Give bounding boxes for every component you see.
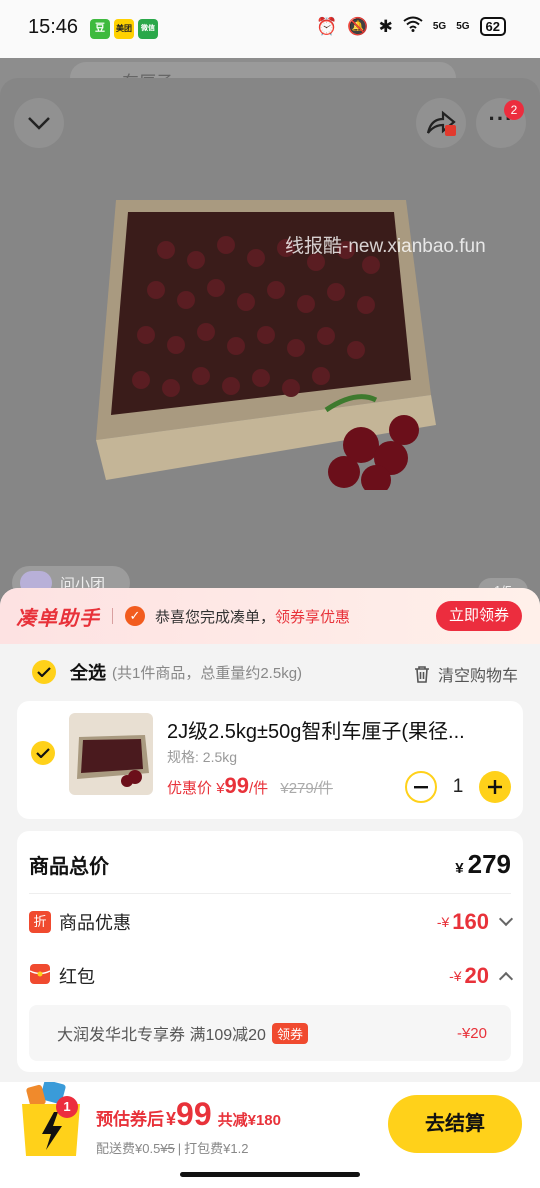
select-all-row: 全选 (共1件商品，总重量约2.5kg) 清空购物车 — [0, 644, 540, 700]
product-image-viewer: ··· 2 线报酷-new.xianbao.fun 问小团 1/5 — [0, 78, 540, 638]
chevron-down-icon — [498, 911, 514, 927]
cart-count-badge: 1 — [56, 1096, 78, 1118]
coupon-claim-tag[interactable]: 领券 — [271, 1022, 308, 1044]
douban-app-icon: 豆 — [90, 19, 110, 39]
home-indicator[interactable] — [180, 1172, 360, 1177]
promo-title: 凑单助手 — [16, 607, 100, 630]
battery-icon: 62 — [479, 17, 506, 36]
redpacket-row[interactable]: 红包 -¥ 20 — [29, 961, 514, 991]
status-time: 15:46 — [28, 16, 79, 38]
select-all-label: 全选 — [70, 663, 106, 683]
checkmark-icon — [36, 748, 50, 758]
select-all-checkbox[interactable] — [32, 660, 56, 684]
estimated-yen: ¥ — [166, 1109, 177, 1129]
watermark-text: 线报酷-new.xianbao.fun — [285, 236, 486, 257]
increase-quantity-button[interactable] — [479, 771, 511, 803]
packing-fee: 打包费¥1.2 — [184, 1141, 249, 1156]
discount-tag-icon: 折 — [29, 911, 51, 933]
chevron-up-icon — [498, 971, 514, 987]
plus-icon — [488, 780, 502, 794]
estimated-amount: 99 — [176, 1096, 212, 1132]
bluetooth-icon: ✱ — [378, 16, 393, 36]
discount-label: 商品优惠 — [59, 913, 131, 933]
total-label: 商品总价 — [29, 855, 109, 878]
delivery-fee-original: ¥5 — [160, 1141, 175, 1156]
discount-value: -¥ 160 — [436, 909, 514, 935]
promo-highlight: 领券享优惠 — [275, 608, 351, 626]
price-value: 99 — [224, 773, 250, 798]
minus-icon — [414, 785, 428, 788]
cart-bag-icon[interactable] — [20, 1082, 82, 1158]
coupon-amount: -¥20 — [456, 1024, 487, 1042]
status-icons: ⏰ 🔕 ✱ 5G 5G 62 — [316, 16, 506, 37]
coupon-name: 大润发华北专享券 满109减20 — [57, 1027, 266, 1044]
total-row: 商品总价 ¥279 — [29, 849, 511, 879]
meituan-app-icon: 美团 — [114, 19, 134, 39]
claim-coupon-button[interactable]: 立即领券 — [436, 601, 522, 631]
total-value: 279 — [467, 848, 511, 879]
more-button[interactable]: ··· 2 — [476, 98, 526, 148]
product-card: 2J级2.5kg±50g智利车厘子(果径... 规格: 2.5kg 优惠价 ¥9… — [17, 701, 523, 819]
decrease-quantity-button[interactable] — [405, 771, 437, 803]
total-price: ¥279 — [455, 849, 511, 880]
notification-badge: 2 — [504, 100, 524, 120]
original-price: ¥279/件 — [280, 780, 333, 797]
redpacket-icon — [29, 963, 51, 990]
product-checkbox[interactable] — [31, 741, 55, 765]
quantity-value[interactable]: 1 — [437, 776, 479, 798]
discount-prefix: -¥ — [436, 914, 450, 930]
price-summary-card: 商品总价 ¥279 折 商品优惠 -¥ 160 红包 -¥ 20 大润发华北专享… — [17, 831, 523, 1072]
fee-separator: | — [177, 1141, 182, 1156]
clear-cart-label: 清空购物车 — [437, 668, 518, 685]
check-icon: ✓ — [125, 606, 145, 626]
redpacket-label: 红包 — [59, 967, 95, 987]
checkmark-icon — [37, 667, 51, 677]
estimated-price: 预估券后 ¥ 99 共减¥180 — [96, 1096, 281, 1133]
share-button[interactable] — [416, 98, 466, 148]
discount-amount: 160 — [452, 909, 489, 934]
chevron-down-icon — [28, 117, 50, 130]
wechat-app-icon: 微信 — [138, 19, 158, 39]
price-unit: /件 — [249, 780, 269, 797]
alarm-icon: ⏰ — [316, 16, 338, 36]
price-label: 优惠价 — [167, 780, 213, 797]
quantity-stepper: 1 — [405, 771, 511, 803]
fee-line: 配送费¥0.5¥5 | 打包费¥1.2 — [96, 1138, 248, 1157]
product-thumbnail[interactable] — [69, 713, 153, 795]
product-name[interactable]: 2J级2.5kg±50g智利车厘子(果径... — [167, 715, 512, 744]
clear-cart-button[interactable]: 清空购物车 — [414, 662, 518, 686]
coupon-item[interactable]: 大润发华北专享券 满109减20 领券 -¥20 — [29, 1005, 511, 1061]
price-yen: ¥ — [216, 780, 225, 797]
signal-icon-1: 5G — [432, 21, 447, 32]
checkout-footer: 1 预估券后 ¥ 99 共减¥180 配送费¥0.5¥5 | 打包费¥1.2 去结算 — [0, 1082, 540, 1188]
collapse-button[interactable] — [14, 98, 64, 148]
mute-icon: 🔕 — [347, 16, 369, 36]
wifi-icon — [403, 16, 423, 37]
redpacket-value: -¥ 20 — [449, 963, 514, 989]
share-icon — [426, 110, 456, 136]
checkout-button[interactable]: 去结算 — [388, 1095, 522, 1153]
total-yen: ¥ — [455, 859, 464, 877]
redpacket-prefix: -¥ — [449, 968, 462, 984]
estimated-label: 预估券后 — [96, 1110, 164, 1129]
product-spec: 规格: 2.5kg — [167, 749, 238, 765]
status-bar: 15:46 豆 美团 微信 ⏰ 🔕 ✱ 5G 5G 62 — [0, 0, 540, 58]
select-all-note: (共1件商品，总重量约2.5kg) — [112, 664, 303, 682]
product-thumbnail-image — [77, 735, 149, 787]
promo-divider — [112, 608, 113, 624]
promo-message: 恭喜您完成凑单， — [155, 608, 276, 626]
trash-icon — [414, 666, 429, 683]
discount-row[interactable]: 折 商品优惠 -¥ 160 — [29, 907, 514, 937]
divider — [29, 893, 511, 894]
delivery-fee: 配送费¥0.5 — [96, 1141, 161, 1156]
signal-icon-2: 5G — [456, 21, 470, 32]
promo-bar: 凑单助手 ✓ 恭喜您完成凑单， 领券享优惠 立即领券 — [0, 588, 540, 644]
product-price: 优惠价 ¥99/件 ¥279/件 — [167, 773, 333, 799]
redpacket-amount: 20 — [464, 963, 489, 988]
total-savings: 共减¥180 — [217, 1112, 281, 1129]
